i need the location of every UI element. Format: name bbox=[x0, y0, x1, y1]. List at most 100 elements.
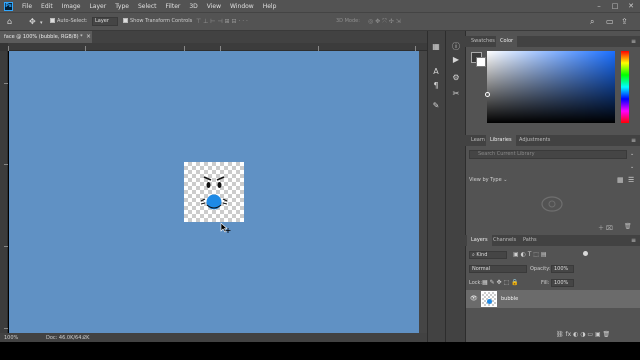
3d-tools-icons[interactable]: ◎ ✥ ⤧ ✣ ⇲ bbox=[368, 17, 401, 26]
background-swatch[interactable] bbox=[476, 57, 486, 67]
search-icon[interactable]: ⌕ bbox=[590, 17, 594, 26]
right-eye bbox=[217, 182, 222, 188]
workspace-icon[interactable]: ▭ bbox=[606, 17, 614, 26]
maximize-button[interactable]: □ bbox=[608, 0, 622, 12]
lock-label: Lock: bbox=[469, 280, 483, 286]
document-tab[interactable]: face @ 100% (bubble, RGB/8) * bbox=[0, 31, 92, 43]
tab-paths[interactable]: Paths bbox=[519, 235, 541, 246]
thumbnail-bubble bbox=[487, 299, 492, 304]
share-icon[interactable]: ⇪ bbox=[621, 17, 628, 26]
opacity-label: Opacity: bbox=[530, 266, 551, 272]
tool-strip-right: ⓘ ▶ ⚙ ✂ bbox=[445, 31, 465, 342]
3d-mode-label: 3D Mode: bbox=[336, 18, 360, 24]
fill-field[interactable]: 100% bbox=[551, 279, 574, 287]
library-search-input[interactable]: Search Current Library bbox=[469, 150, 627, 159]
menu-type[interactable]: Type bbox=[115, 3, 129, 10]
filter-toggle-icon[interactable] bbox=[583, 251, 588, 256]
document-canvas[interactable] bbox=[184, 162, 244, 222]
move-tool-icon[interactable]: ✥ bbox=[29, 17, 36, 26]
library-add-icons[interactable]: ＋ ⌧ bbox=[598, 223, 613, 232]
menu-3d[interactable]: 3D bbox=[189, 3, 197, 10]
tab-color[interactable]: Color bbox=[496, 36, 518, 47]
brush-icon[interactable]: ✎ bbox=[428, 99, 444, 113]
left-eyebrow bbox=[203, 176, 212, 181]
color-picker-handle[interactable] bbox=[485, 92, 490, 97]
screen-bottom bbox=[0, 342, 640, 360]
menu-select[interactable]: Select bbox=[138, 3, 157, 10]
tab-adjustments[interactable]: Adjustments bbox=[515, 135, 554, 146]
hue-slider[interactable] bbox=[621, 51, 629, 123]
chevron-down-icon[interactable]: ⌄ bbox=[630, 151, 634, 157]
blend-mode-dropdown[interactable]: Normal bbox=[469, 265, 527, 273]
vertical-ruler bbox=[0, 43, 8, 333]
close-window-button[interactable]: ✕ bbox=[624, 0, 638, 12]
menu-window[interactable]: Window bbox=[230, 3, 254, 10]
tool-strip-left: ▦ A ¶ ✎ bbox=[427, 31, 445, 342]
ruler-corner bbox=[0, 43, 8, 51]
options-bar: ⌂ ✥ ▾ Auto-Select: Layer Show Transform … bbox=[0, 12, 640, 31]
menu-edit[interactable]: Edit bbox=[41, 3, 53, 10]
right-eyebrow bbox=[216, 176, 225, 181]
checkbox-icon bbox=[123, 18, 128, 23]
history-icon[interactable]: ▦ bbox=[428, 40, 444, 54]
layer-filter-dropdown[interactable]: ⌕ Kind bbox=[469, 251, 507, 259]
layer-footer-icons[interactable]: ⛓ fx ◐ ◑ ▭ ▣ 🗑 bbox=[556, 331, 610, 338]
home-icon[interactable]: ⌂ bbox=[7, 17, 12, 26]
minimize-button[interactable]: – bbox=[592, 0, 606, 12]
grid-view-icon[interactable]: ▦ bbox=[617, 176, 624, 184]
color-field[interactable] bbox=[487, 51, 615, 123]
opacity-field[interactable]: 100% bbox=[551, 265, 574, 273]
layer-row[interactable]: 👁 bubble bbox=[466, 290, 640, 308]
properties-icon[interactable]: ⚙ bbox=[448, 71, 464, 85]
status-chevron-icon[interactable]: › bbox=[82, 334, 84, 341]
panel-menu-icon[interactable]: ≡ bbox=[631, 135, 636, 146]
menu-file[interactable]: File bbox=[22, 3, 32, 10]
libraries-panel-tabs: Learn Libraries Adjustments ≡ bbox=[465, 135, 640, 146]
tab-swatches[interactable]: Swatches bbox=[467, 36, 499, 47]
panel-menu-icon[interactable]: ≡ bbox=[631, 36, 636, 47]
eye-visibility-icon[interactable]: 👁 bbox=[470, 295, 478, 302]
chevron-down-icon[interactable]: ▾ bbox=[40, 19, 43, 28]
bubble bbox=[206, 194, 222, 210]
status-bar: 100% Doc: 46.0K/64.2K › bbox=[0, 333, 427, 342]
photoshop-logo: Ps bbox=[4, 1, 13, 11]
menu-view[interactable]: View bbox=[207, 3, 221, 10]
auto-select-checkbox[interactable]: Auto-Select: bbox=[50, 18, 88, 24]
play-actions-icon[interactable]: ▶ bbox=[448, 53, 464, 67]
chevron-down-icon[interactable]: ⌄ bbox=[630, 164, 634, 170]
vertical-scrollbar[interactable] bbox=[419, 51, 427, 333]
tab-channels[interactable]: Channels bbox=[489, 235, 520, 246]
tab-libraries[interactable]: Libraries bbox=[486, 135, 516, 146]
menu-layer[interactable]: Layer bbox=[89, 3, 106, 10]
menu-image[interactable]: Image bbox=[62, 3, 81, 10]
checkbox-icon bbox=[50, 18, 55, 23]
view-by-type-dropdown[interactable]: View by Type ⌄ bbox=[469, 177, 507, 183]
character-icon[interactable]: A bbox=[428, 65, 444, 79]
tab-layers[interactable]: Layers bbox=[467, 235, 492, 246]
align-icons[interactable]: ⊤ ⊥ ⊢ ⊣ ⊞ ⊟ · · · bbox=[196, 17, 248, 26]
menu-filter[interactable]: Filter bbox=[166, 3, 181, 10]
menu-help[interactable]: Help bbox=[263, 3, 277, 10]
adjust-icon[interactable]: ✂ bbox=[448, 87, 464, 101]
zoom-level[interactable]: 100% bbox=[4, 335, 18, 341]
move-cursor-icon bbox=[220, 222, 231, 233]
layer-filter-icons[interactable]: ▣ ◐ T ⬚ ▤ bbox=[513, 251, 547, 258]
info-icon[interactable]: ⓘ bbox=[448, 40, 464, 54]
panel-menu-icon[interactable]: ≡ bbox=[631, 235, 636, 246]
creative-cloud-icon bbox=[541, 196, 563, 212]
auto-select-target-dropdown[interactable]: Layer bbox=[92, 17, 118, 26]
layer-thumbnail bbox=[481, 291, 497, 307]
menu-bar: Ps File Edit Image Layer Type Select Fil… bbox=[0, 0, 640, 12]
show-transform-checkbox[interactable]: Show Transform Controls bbox=[123, 18, 192, 24]
lock-icons[interactable]: ▦ ✎ ✥ ⬚ 🔒 bbox=[482, 279, 519, 286]
color-panel-tabs: Swatches Color ≡ bbox=[465, 36, 640, 47]
right-cheek-marks bbox=[222, 198, 228, 205]
paragraph-icon[interactable]: ¶ bbox=[428, 79, 444, 93]
left-cheek-marks bbox=[200, 198, 206, 205]
layer-name[interactable]: bubble bbox=[501, 296, 518, 302]
face-drawing bbox=[200, 176, 228, 210]
left-eye bbox=[206, 182, 211, 188]
list-view-icon[interactable]: ☰ bbox=[628, 176, 634, 184]
close-tab-icon[interactable]: × bbox=[86, 31, 91, 43]
trash-icon[interactable]: 🗑 bbox=[624, 223, 632, 230]
